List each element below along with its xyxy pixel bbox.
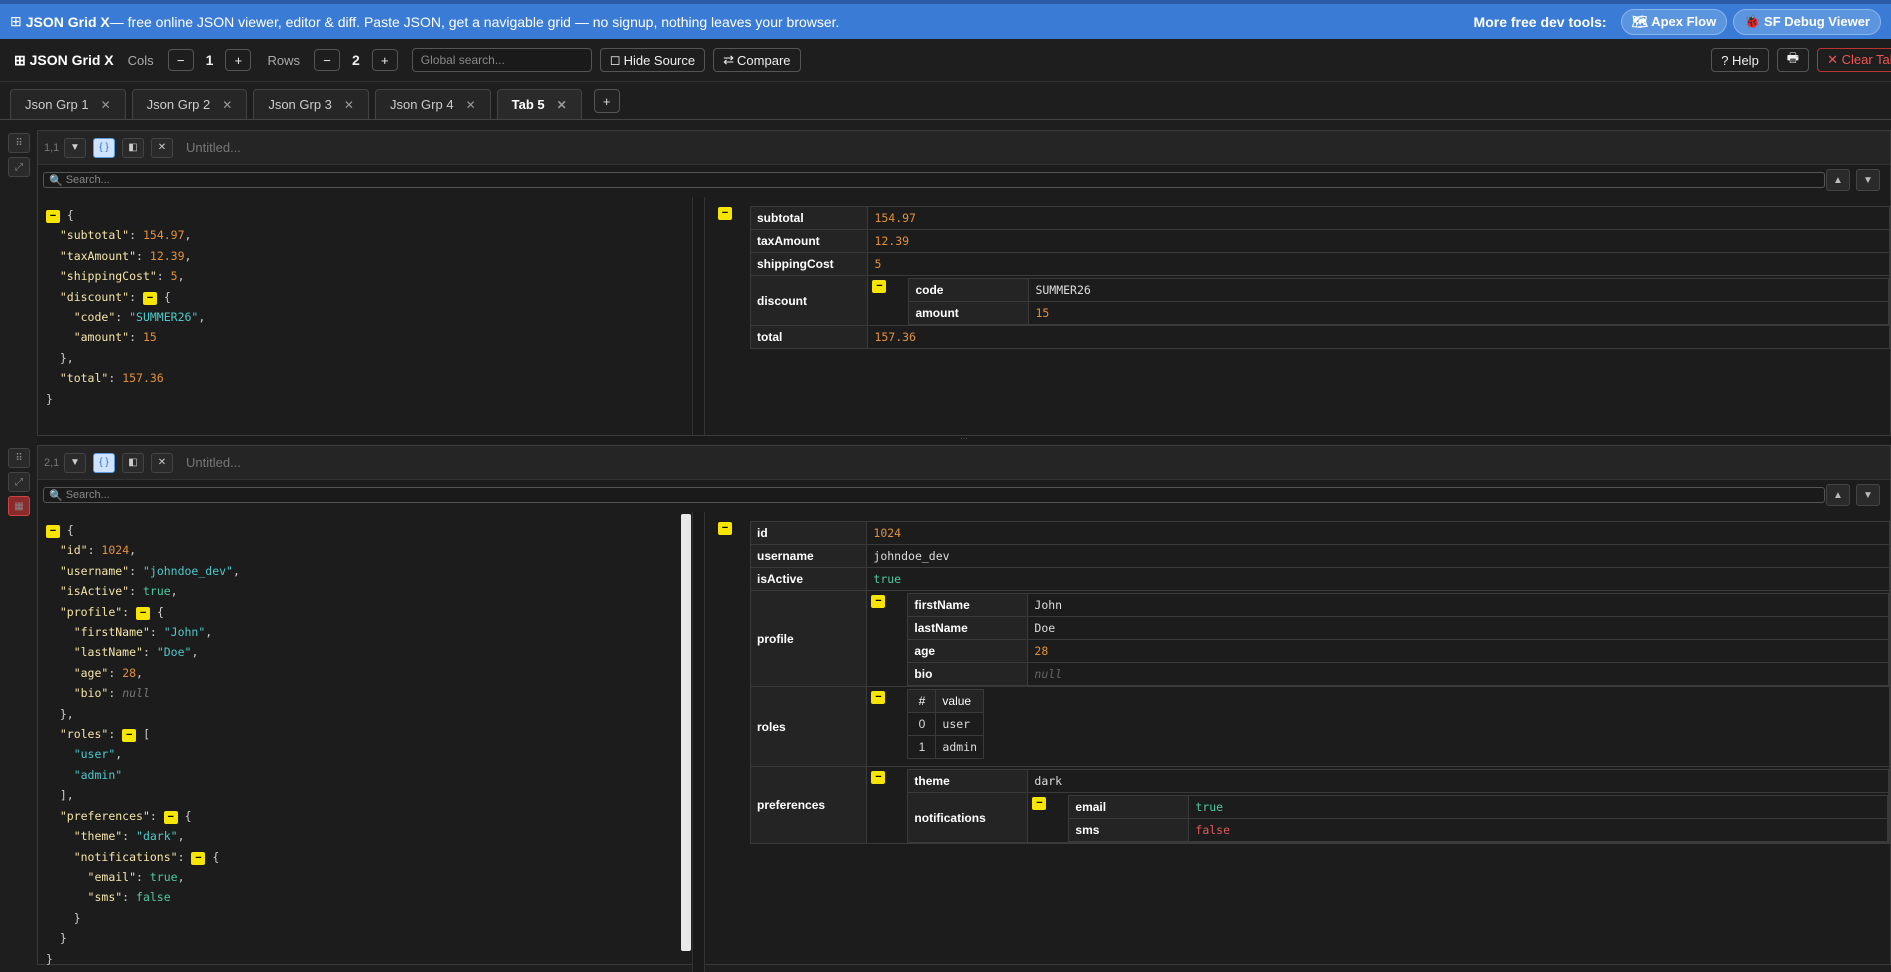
tab-5[interactable]: Tab 5 ✕ — [496, 89, 582, 119]
promo-banner: ⊞ JSON Grid X — free online JSON viewer,… — [0, 0, 1891, 39]
close-icon[interactable]: ✕ — [222, 98, 232, 112]
grid-collapse-toggle[interactable]: − — [871, 595, 886, 608]
panel-header: 2,1 ▼ { } ◧ ✕ Untitled... — [38, 446, 1890, 480]
print-icon[interactable]: 🖶 — [1776, 48, 1810, 72]
hide-source-button[interactable]: ◻ Hide Source — [599, 48, 706, 72]
grid-logo-icon: ⊞ — [10, 13, 22, 29]
compare-button[interactable]: ⇄ Compare — [713, 48, 801, 72]
panel-search-input[interactable]: 🔍 Search... — [43, 172, 1825, 188]
drag-handle-icon[interactable]: ⠿ — [8, 448, 30, 468]
tab-json-grp-2[interactable]: Json Grp 2 ✕ — [131, 89, 248, 119]
collapse-icon[interactable]: ▼ — [64, 452, 86, 473]
banner-tagline: — free online JSON viewer, editor & diff… — [109, 13, 840, 30]
collapse-toggle[interactable]: − — [142, 291, 157, 305]
apex-flow-link[interactable]: 🗺 Apex Flow — [1620, 8, 1728, 35]
split-divider[interactable] — [693, 512, 705, 972]
panel-id: 2,1 — [44, 456, 60, 469]
grid-collapse-toggle[interactable]: − — [871, 771, 886, 784]
cols-label: Cols — [127, 52, 154, 68]
panel-search-row: 🔍 Search... ▲ ▼ — [38, 480, 1890, 510]
panel-search-input[interactable]: 🔍 Search... — [43, 487, 1825, 503]
close-icon[interactable]: ✕ — [151, 137, 173, 158]
layout-icon[interactable]: ◧ — [122, 137, 144, 158]
collapse-toggle[interactable]: − — [122, 729, 137, 743]
source-scrollbar[interactable] — [681, 514, 691, 951]
grid-collapse-toggle[interactable]: − — [871, 691, 886, 704]
collapse-icon[interactable]: ▼ — [64, 137, 86, 158]
source-editor[interactable]: − { "id": 1024, "username": "johndoe_dev… — [38, 512, 693, 972]
grid-collapse-toggle[interactable]: − — [718, 207, 732, 220]
search-nav: ▲ ▼ — [1826, 484, 1880, 506]
banner-title: JSON Grid X — [25, 13, 110, 30]
panel-title[interactable]: Untitled... — [186, 140, 241, 155]
tab-json-grp-1[interactable]: Json Grp 1 ✕ — [10, 89, 126, 119]
expand-icon[interactable]: ⤢ — [8, 472, 30, 492]
panel-title[interactable]: Untitled... — [186, 455, 241, 470]
prev-match-button[interactable]: ▲ — [1826, 169, 1850, 191]
panel-header: 1,1 ▼ { } ◧ ✕ Untitled... — [38, 131, 1890, 165]
rows-value: 2 — [351, 52, 360, 68]
search-nav: ▲ ▼ — [1826, 169, 1880, 191]
add-tab-button[interactable]: + — [593, 89, 620, 113]
rows-increment-button[interactable]: + — [371, 49, 398, 71]
grid-collapse-toggle[interactable]: − — [1032, 797, 1047, 810]
tab-json-grp-4[interactable]: Json Grp 4 ✕ — [374, 89, 491, 119]
json-panel-2: 2,1 ▼ { } ◧ ✕ Untitled... 🔍 Search... ▲ … — [37, 445, 1891, 972]
tab-bar: Json Grp 1 ✕ Json Grp 2 ✕ Json Grp 3 ✕ Json… — [0, 82, 1891, 120]
data-grid: id 1024 username johndoe_dev isActive true … — [749, 521, 1890, 844]
sf-debug-viewer-link[interactable]: 🐞 SF Debug Viewer — [1733, 8, 1881, 35]
cols-value: 1 — [205, 52, 214, 68]
panel-1-gutter: ⠿ ⤢ — [8, 133, 30, 177]
cols-increment-button[interactable]: + — [225, 49, 252, 71]
close-icon[interactable]: ✕ — [151, 452, 173, 473]
braces-icon[interactable]: { } — [93, 452, 115, 473]
data-grid: subtotal 154.97 taxAmount 12.39 shippingCo… — [749, 206, 1890, 349]
expand-icon[interactable]: ⤢ — [8, 157, 30, 177]
grid-collapse-toggle[interactable]: − — [872, 280, 887, 293]
panel-2-gutter: ⠿ ⤢ ▦ — [8, 448, 30, 516]
next-match-button[interactable]: ▼ — [1856, 484, 1880, 506]
cols-decrement-button[interactable]: − — [167, 49, 194, 71]
close-icon[interactable]: ✕ — [466, 98, 476, 112]
grid-collapse-toggle[interactable]: − — [718, 522, 732, 535]
collapse-toggle[interactable]: − — [46, 210, 60, 223]
drag-handle-icon[interactable]: ⠿ — [8, 133, 30, 153]
global-search-input[interactable]: Global search... — [411, 48, 592, 72]
next-match-button[interactable]: ▼ — [1856, 169, 1880, 191]
layout-icon[interactable]: ◧ — [122, 452, 144, 473]
source-editor[interactable]: − { "subtotal": 154.97, "taxAmount": 12.… — [38, 197, 693, 435]
close-icon[interactable]: ✕ — [101, 98, 111, 112]
calendar-icon[interactable]: ▦ — [8, 496, 30, 516]
collapse-toggle[interactable]: − — [163, 810, 178, 824]
json-panel-1: 1,1 ▼ { } ◧ ✕ Untitled... 🔍 Search... ▲ … — [37, 130, 1891, 436]
rows-decrement-button[interactable]: − — [313, 49, 340, 71]
row-resize-handle[interactable]: ⋯ — [37, 435, 1891, 444]
tab-json-grp-3[interactable]: Json Grp 3 ✕ — [253, 89, 369, 119]
close-icon[interactable]: ✕ — [344, 98, 354, 112]
braces-icon[interactable]: { } — [93, 137, 115, 158]
collapse-toggle[interactable]: − — [136, 606, 151, 620]
collapse-toggle[interactable]: − — [191, 851, 206, 865]
help-button[interactable]: ? Help — [1711, 48, 1769, 72]
collapse-toggle[interactable]: − — [46, 525, 60, 538]
close-icon[interactable]: ✕ — [557, 98, 567, 112]
split-divider[interactable] — [693, 197, 705, 435]
rows-label: Rows — [267, 52, 300, 68]
clear-tab-button[interactable]: ✕ Clear Tab — [1817, 48, 1891, 72]
more-tools-label: More free dev tools: — [1473, 13, 1607, 30]
panel-id: 1,1 — [44, 141, 60, 154]
main-toolbar: ⊞ JSON Grid X Cols − 1 + Rows − 2 + Glob… — [0, 39, 1891, 82]
panel-search-row: 🔍 Search... ▲ ▼ — [38, 165, 1890, 195]
prev-match-button[interactable]: ▲ — [1826, 484, 1850, 506]
app-logo: ⊞ JSON Grid X — [14, 51, 114, 68]
